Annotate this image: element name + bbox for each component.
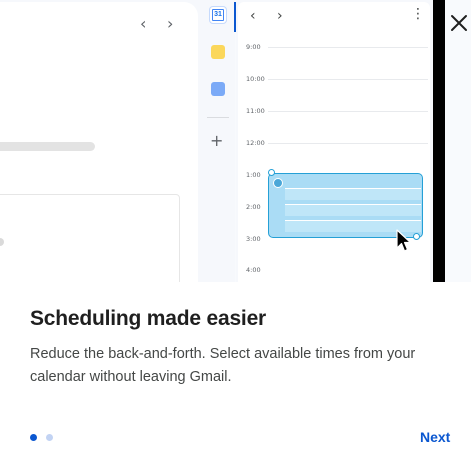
calendar-day-label: 31 bbox=[213, 10, 223, 20]
hour-label: 3:00 bbox=[246, 235, 261, 243]
tasks-icon bbox=[211, 82, 225, 96]
hour-label: 11:00 bbox=[246, 107, 265, 115]
hour-line bbox=[268, 47, 428, 48]
hour-label: 4:00 bbox=[246, 266, 261, 274]
hour-label: 2:00 bbox=[246, 203, 261, 211]
calendar-header bbox=[238, 2, 430, 32]
pager-dot[interactable] bbox=[46, 434, 53, 441]
hour-label: 9:00 bbox=[246, 43, 261, 51]
time-slot bbox=[285, 188, 421, 200]
hour-label: 1:00 bbox=[246, 171, 261, 179]
pager-dot-active[interactable] bbox=[30, 434, 37, 441]
panel-edge bbox=[433, 0, 445, 282]
close-icon[interactable] bbox=[448, 12, 470, 34]
time-slot bbox=[285, 204, 421, 216]
hour-label: 12:00 bbox=[246, 139, 265, 147]
next-button[interactable]: Next bbox=[420, 429, 450, 445]
dialog-title: Scheduling made easier bbox=[30, 307, 267, 330]
chevron-right-icon: › bbox=[167, 14, 174, 33]
dialog-description: Reduce the back-and-forth. Select availa… bbox=[30, 346, 416, 385]
hour-label: 10:00 bbox=[246, 75, 265, 83]
hour-line bbox=[268, 79, 428, 80]
cursor-icon bbox=[396, 229, 412, 252]
chevron-left-icon: ‹ bbox=[250, 8, 256, 24]
hour-line bbox=[268, 111, 428, 112]
resize-handle-top bbox=[268, 169, 275, 176]
feature-illustration: ‹ › 31 + ‹ › ⋮ 9:00 10:00 11:00 12:00 1:… bbox=[0, 0, 471, 282]
add-icon: + bbox=[210, 131, 224, 150]
more-vert-icon: ⋮ bbox=[411, 6, 425, 22]
keep-icon bbox=[211, 45, 225, 59]
rail-divider bbox=[207, 117, 229, 118]
chevron-left-icon: ‹ bbox=[140, 14, 147, 33]
hour-line bbox=[268, 143, 428, 144]
gmail-mock-compose bbox=[0, 194, 180, 282]
calendar-icon: 31 bbox=[210, 7, 226, 23]
chevron-right-icon: › bbox=[277, 8, 283, 24]
gmail-mock: ‹ › bbox=[0, 0, 201, 282]
resize-handle-bottom bbox=[413, 233, 420, 240]
placeholder-bar bbox=[0, 142, 95, 151]
event-chip-icon bbox=[273, 178, 283, 188]
